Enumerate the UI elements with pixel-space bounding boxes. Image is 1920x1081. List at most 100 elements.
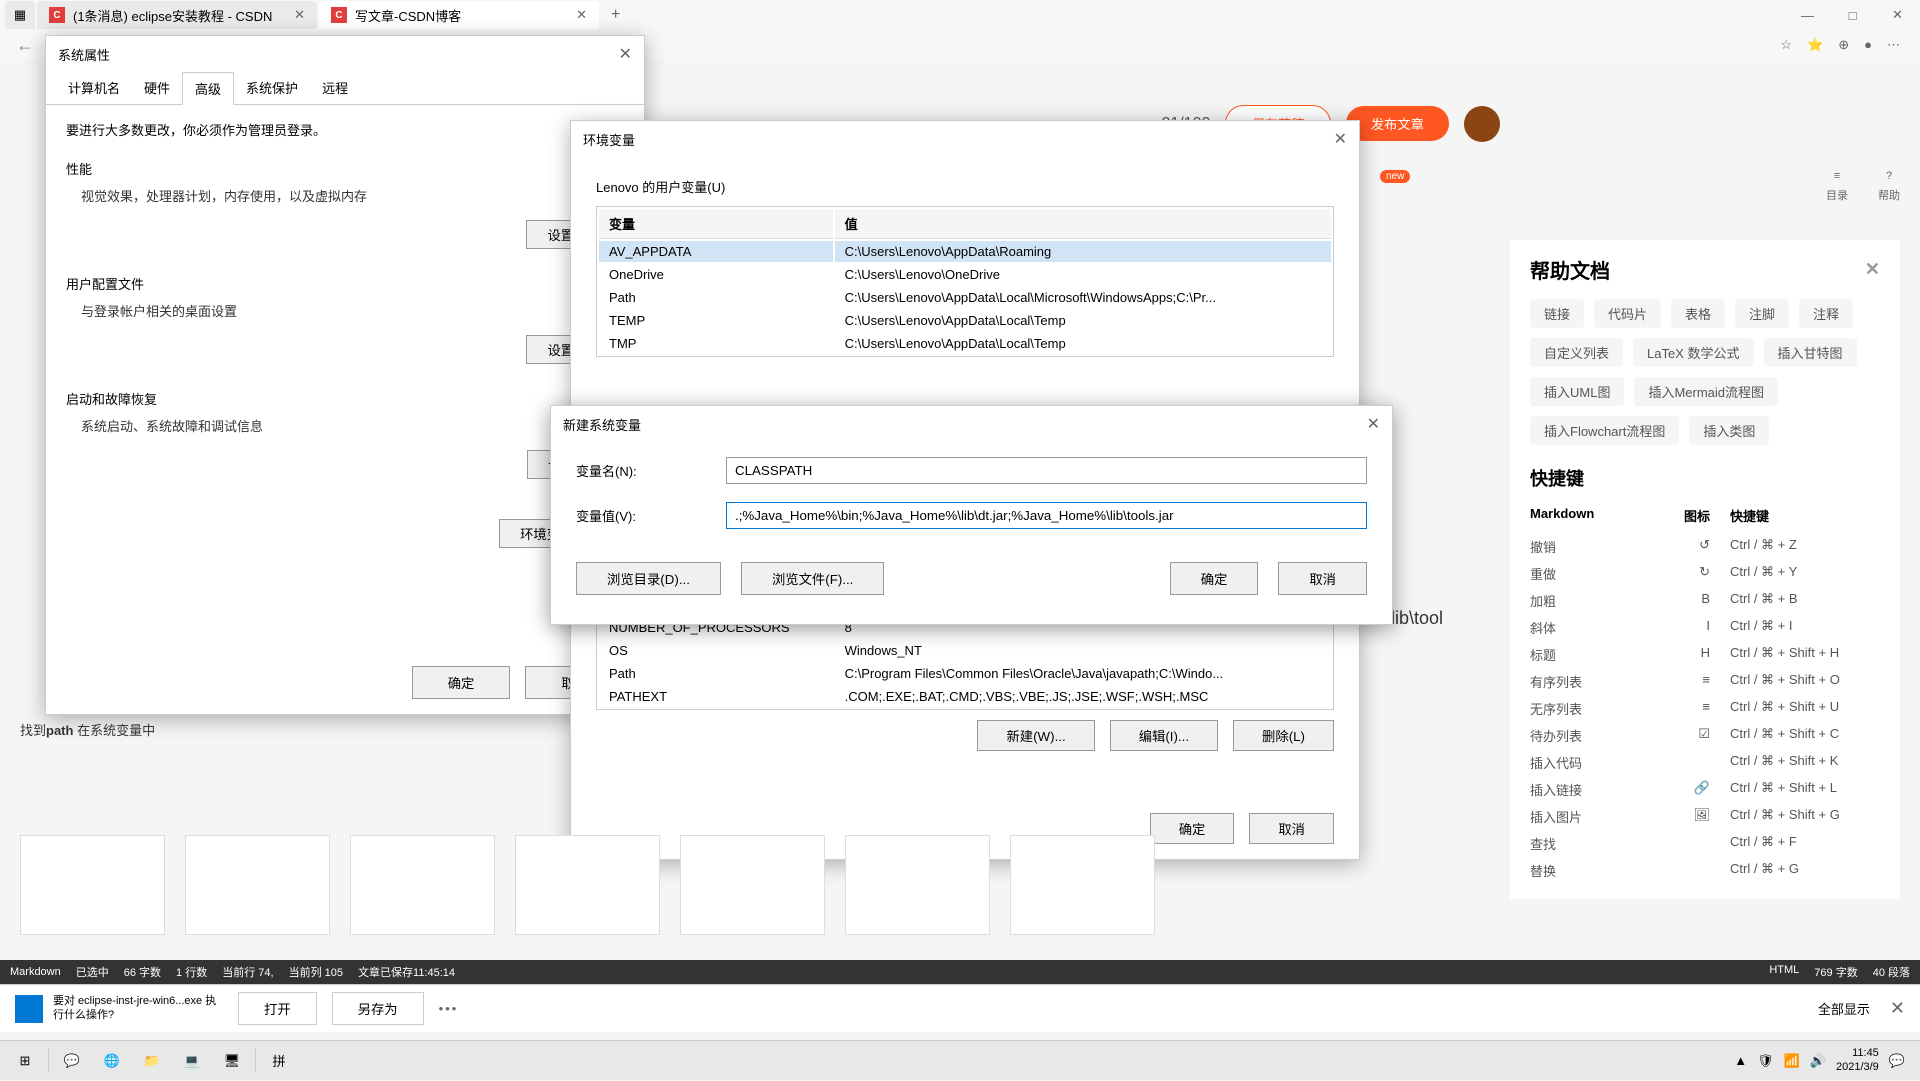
help-tag[interactable]: 插入Flowchart流程图 — [1530, 416, 1679, 445]
collections-icon[interactable]: ⊕ — [1838, 37, 1849, 53]
browse-file-button[interactable]: 浏览文件(F)... — [741, 562, 884, 595]
table-row[interactable]: PathC:\Users\Lenovo\AppData\Local\Micros… — [599, 287, 1331, 308]
shortcut-row: 斜体ICtrl / ⌘ + I — [1530, 614, 1880, 641]
edit-button[interactable]: 编辑(I)... — [1110, 720, 1218, 751]
tab-close-icon[interactable]: ✕ — [294, 7, 305, 23]
status-item: 1 行数 — [176, 964, 207, 980]
browse-dir-button[interactable]: 浏览目录(D)... — [576, 562, 721, 595]
help-tag[interactable]: 插入甘特图 — [1764, 338, 1857, 367]
thumb[interactable] — [185, 835, 330, 935]
explorer-icon[interactable]: 📁 — [132, 1041, 172, 1081]
col-header: 快捷键 — [1730, 506, 1880, 525]
var-name-input[interactable] — [726, 457, 1367, 484]
close-icon[interactable]: ✕ — [1334, 129, 1347, 149]
browser-tab-1[interactable]: C (1条消息) eclipse安装教程 - CSDN ✕ — [37, 1, 317, 29]
thumb[interactable] — [515, 835, 660, 935]
help-tag[interactable]: 注脚 — [1735, 299, 1789, 328]
profile-icon[interactable]: ● — [1864, 37, 1872, 53]
help-tag[interactable]: 插入UML图 — [1530, 377, 1624, 406]
user-vars-table[interactable]: 变量 值 AV_APPDATAC:\Users\Lenovo\AppData\R… — [596, 206, 1334, 357]
more-icon[interactable]: ••• — [439, 1001, 459, 1016]
close-icon[interactable]: ✕ — [619, 44, 632, 64]
tab-title: (1条消息) eclipse安装教程 - CSDN — [73, 6, 282, 25]
minimize-button[interactable]: — — [1785, 0, 1830, 30]
help-title: 帮助文档 — [1530, 255, 1610, 284]
sys-tab[interactable]: 远程 — [310, 72, 360, 104]
section-title: 启动和故障恢复 — [66, 389, 624, 408]
nav-back-icon[interactable]: ← — [10, 35, 40, 56]
volume-icon[interactable]: 🔊 — [1810, 1053, 1826, 1069]
new-button[interactable]: 新建(W)... — [977, 720, 1094, 751]
toc-button[interactable]: ≡ 目录 — [1826, 170, 1848, 203]
shortcut-row: 插入链接🔗Ctrl / ⌘ + Shift + L — [1530, 776, 1880, 803]
tray-icon[interactable]: 🛡 — [1757, 1053, 1774, 1069]
thumb[interactable] — [20, 835, 165, 935]
help-tag[interactable]: 链接 — [1530, 299, 1584, 328]
new-tab-button[interactable]: + — [611, 6, 620, 24]
csdn-icon: C — [49, 7, 65, 23]
ime-icon[interactable]: 拼 — [259, 1041, 299, 1081]
close-icon[interactable]: ✕ — [1367, 414, 1380, 434]
help-tag[interactable]: 注释 — [1799, 299, 1853, 328]
edge-icon[interactable]: 🌐 — [92, 1041, 132, 1081]
taskbar: ⊞ 💬 🌐 📁 💻 🖥 拼 ▲ 🛡 📶 🔊 11:45 2021/3/9 💬 — [0, 1040, 1920, 1080]
close-icon[interactable]: ✕ — [1865, 259, 1880, 280]
menu-icon[interactable]: ⋯ — [1887, 37, 1900, 53]
tab-close-icon[interactable]: ✕ — [576, 7, 587, 23]
thumb[interactable] — [680, 835, 825, 935]
sys-tab[interactable]: 计算机名 — [56, 72, 132, 104]
app-icon[interactable]: 💻 — [172, 1041, 212, 1081]
thumb[interactable] — [845, 835, 990, 935]
notifications-icon[interactable]: 💬 — [1889, 1053, 1905, 1069]
table-row[interactable]: OneDriveC:\Users\Lenovo\OneDrive — [599, 264, 1331, 285]
help-tag[interactable]: 自定义列表 — [1530, 338, 1623, 367]
app-icon[interactable]: 🖥 — [212, 1041, 252, 1081]
tray-icon[interactable]: ▲ — [1734, 1053, 1747, 1068]
table-row[interactable]: OSWindows_NT — [599, 640, 1331, 661]
table-row[interactable]: PathC:\Program Files\Common Files\Oracle… — [599, 663, 1331, 684]
var-value-input[interactable] — [726, 502, 1367, 529]
close-button[interactable]: ✕ — [1875, 0, 1920, 30]
help-tag[interactable]: 插入类图 — [1689, 416, 1769, 445]
status-item: 40 段落 — [1873, 964, 1910, 980]
tab-title: 写文章-CSDN博客 — [355, 6, 564, 25]
browser-tab-2[interactable]: C 写文章-CSDN博客 ✕ — [319, 1, 599, 29]
help-tag[interactable]: LaTeX 数学公式 — [1633, 338, 1753, 367]
help-button[interactable]: ? 帮助 — [1878, 170, 1900, 203]
sys-tab[interactable]: 高级 — [182, 72, 234, 105]
publish-button[interactable]: 发布文章 — [1346, 106, 1449, 141]
col-header: 值 — [835, 209, 1331, 239]
table-row[interactable]: TMPC:\Users\Lenovo\AppData\Local\Temp — [599, 333, 1331, 354]
delete-button[interactable]: 删除(L) — [1233, 720, 1334, 751]
cancel-button[interactable]: 取消 — [1278, 562, 1367, 595]
dialog-title: 环境变量 — [583, 130, 635, 149]
close-icon[interactable]: ✕ — [1890, 998, 1905, 1019]
table-row[interactable]: TEMPC:\Users\Lenovo\AppData\Local\Temp — [599, 310, 1331, 331]
star-icon[interactable]: ☆ — [1780, 37, 1792, 53]
clock[interactable]: 11:45 2021/3/9 — [1836, 1047, 1879, 1073]
table-row[interactable]: PATHEXT.COM;.EXE;.BAT;.CMD;.VBS;.VBE;.JS… — [599, 686, 1331, 707]
help-tag[interactable]: 代码片 — [1594, 299, 1661, 328]
thumb[interactable] — [1010, 835, 1155, 935]
table-row[interactable]: AV_APPDATAC:\Users\Lenovo\AppData\Roamin… — [599, 241, 1331, 262]
tab-pinned[interactable]: ▦ — [5, 1, 35, 29]
cancel-button[interactable]: 取消 — [1249, 813, 1334, 844]
ok-button[interactable]: 确定 — [412, 666, 511, 699]
ok-button[interactable]: 确定 — [1150, 813, 1235, 844]
saveas-button[interactable]: 另存为 — [332, 992, 424, 1025]
maximize-button[interactable]: □ — [1830, 0, 1875, 30]
open-button[interactable]: 打开 — [238, 992, 317, 1025]
wechat-icon[interactable]: 💬 — [52, 1041, 92, 1081]
favorites-icon[interactable]: ⭐ — [1807, 37, 1823, 53]
thumb[interactable] — [350, 835, 495, 935]
sys-tab[interactable]: 硬件 — [132, 72, 182, 104]
ok-button[interactable]: 确定 — [1170, 562, 1259, 595]
showall-link[interactable]: 全部显示 — [1818, 999, 1870, 1018]
avatar[interactable] — [1464, 106, 1500, 142]
help-tag[interactable]: 插入Mermaid流程图 — [1634, 377, 1778, 406]
shortcut-row: 加粗BCtrl / ⌘ + B — [1530, 587, 1880, 614]
start-icon[interactable]: ⊞ — [5, 1041, 45, 1081]
network-icon[interactable]: 📶 — [1784, 1053, 1800, 1069]
help-tag[interactable]: 表格 — [1671, 299, 1725, 328]
sys-tab[interactable]: 系统保护 — [234, 72, 310, 104]
